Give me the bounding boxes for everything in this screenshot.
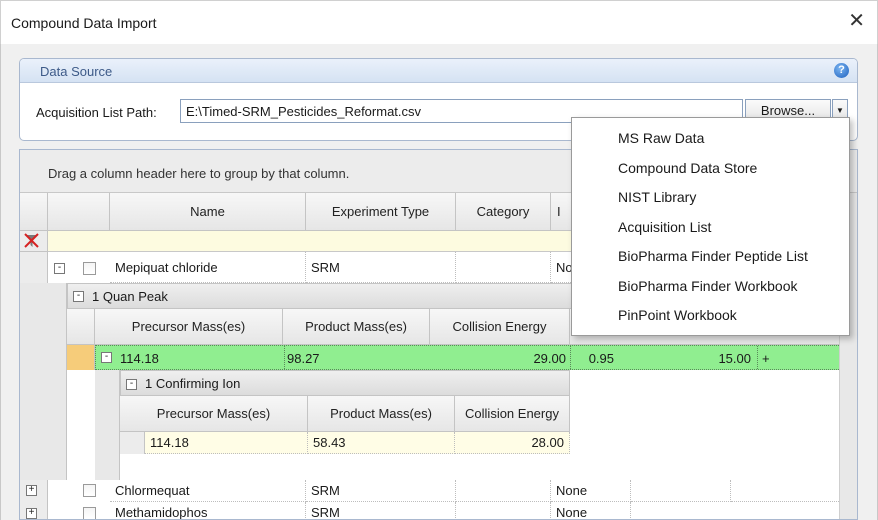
quan-column-header-precursor[interactable]: Precursor Mass(es) (95, 309, 283, 345)
cell-partial[interactable]: None (551, 480, 631, 502)
browse-dropdown-menu: MS Raw Data Compound Data Store NIST Lib… (571, 117, 850, 336)
cell-col5[interactable]: 15.00 (681, 351, 751, 366)
quan-column-header-product[interactable]: Product Mass(es) (283, 309, 430, 345)
cell-partial[interactable]: None (551, 502, 631, 519)
menu-item-acquisition-list[interactable]: Acquisition List (618, 219, 711, 235)
cell-name[interactable]: Mepiquat chloride (110, 252, 306, 283)
help-icon[interactable]: ? (834, 63, 849, 78)
confirm-row-indicator (120, 432, 145, 454)
quan-selected-row[interactable]: - 114.18 98.27 29.00 0.95 15.00 + (95, 345, 841, 370)
expand-toggle-icon[interactable]: + (26, 508, 37, 519)
cell-category[interactable] (456, 502, 551, 519)
column-header-experiment-type[interactable]: Experiment Type (306, 193, 456, 231)
cell-category[interactable] (456, 480, 551, 502)
cell-confirm-product[interactable]: 58.43 (308, 432, 455, 454)
row-checkbox[interactable] (83, 507, 96, 519)
menu-item-pinpoint-workbook[interactable]: PinPoint Workbook (618, 307, 737, 323)
confirm-indent (95, 370, 120, 480)
quan-peak-band-title: 1 Quan Peak (92, 289, 168, 304)
column-header-category[interactable]: Category (456, 193, 551, 231)
title-bar: Compound Data Import ✕ (0, 0, 878, 44)
confirm-column-header-product[interactable]: Product Mass(es) (308, 396, 455, 432)
row-checkbox[interactable] (83, 484, 96, 497)
menu-item-biopharma-workbook[interactable]: BioPharma Finder Workbook (618, 278, 797, 294)
filter-row-indicator[interactable] (20, 231, 48, 252)
cell-confirm-precursor[interactable]: 114.18 (145, 432, 308, 454)
cell-col4[interactable]: 0.95 (574, 351, 614, 366)
window-title: Compound Data Import (11, 15, 157, 31)
cell-empty[interactable] (631, 480, 731, 502)
quan-header-spacer (67, 309, 95, 345)
cell-confirm-collision-energy[interactable]: 28.00 (455, 432, 570, 454)
expand-toggle-icon[interactable]: - (54, 263, 65, 274)
cell-category[interactable] (456, 252, 551, 283)
collapse-toggle-icon[interactable]: - (101, 352, 112, 363)
cell-experiment-type[interactable]: SRM (306, 502, 456, 519)
cell-col6[interactable]: + (762, 351, 770, 366)
cell-empty[interactable] (731, 480, 841, 502)
header-check-column (48, 193, 110, 231)
column-header-name[interactable]: Name (110, 193, 306, 231)
cell-collision-energy[interactable]: 29.00 (506, 351, 566, 366)
menu-item-nist-library[interactable]: NIST Library (618, 189, 696, 205)
row-checkbox[interactable] (83, 262, 96, 275)
cell-product-mass[interactable]: 98.27 (287, 351, 320, 366)
expand-toggle-icon[interactable]: + (26, 485, 37, 496)
cell-experiment-type[interactable]: SRM (306, 252, 456, 283)
header-spacer (20, 193, 48, 231)
menu-item-biopharma-peptide-list[interactable]: BioPharma Finder Peptide List (618, 248, 808, 264)
quan-indent (20, 283, 67, 480)
cell-name[interactable]: Chlormequat (110, 480, 306, 502)
confirm-column-header-precursor[interactable]: Precursor Mass(es) (120, 396, 308, 432)
menu-item-compound-data-store[interactable]: Compound Data Store (618, 160, 757, 176)
confirming-ion-band-title: 1 Confirming Ion (145, 376, 241, 391)
cell-name[interactable]: Methamidophos (110, 502, 306, 519)
collapse-toggle-icon[interactable]: - (73, 291, 84, 302)
quan-column-header-collision-energy[interactable]: Collision Energy (430, 309, 570, 345)
confirming-ion-band-header: - 1 Confirming Ion (120, 370, 570, 396)
data-source-header: Data Source ? (20, 59, 857, 83)
cell-experiment-type[interactable]: SRM (306, 480, 456, 502)
row-indicator (20, 252, 48, 283)
quan-row-indicator (67, 345, 95, 370)
data-source-title: Data Source (40, 64, 113, 79)
cell-precursor-mass[interactable]: 114.18 (120, 351, 159, 366)
acquisition-list-path-label: Acquisition List Path: (36, 105, 157, 120)
close-icon[interactable]: ✕ (848, 11, 865, 31)
menu-item-ms-raw-data[interactable]: MS Raw Data (618, 130, 704, 146)
filter-clear-icon (24, 233, 39, 248)
collapse-toggle-icon[interactable]: - (126, 379, 137, 390)
confirm-column-header-collision-energy[interactable]: Collision Energy (455, 396, 570, 432)
group-by-hint: Drag a column header here to group by th… (48, 166, 350, 181)
